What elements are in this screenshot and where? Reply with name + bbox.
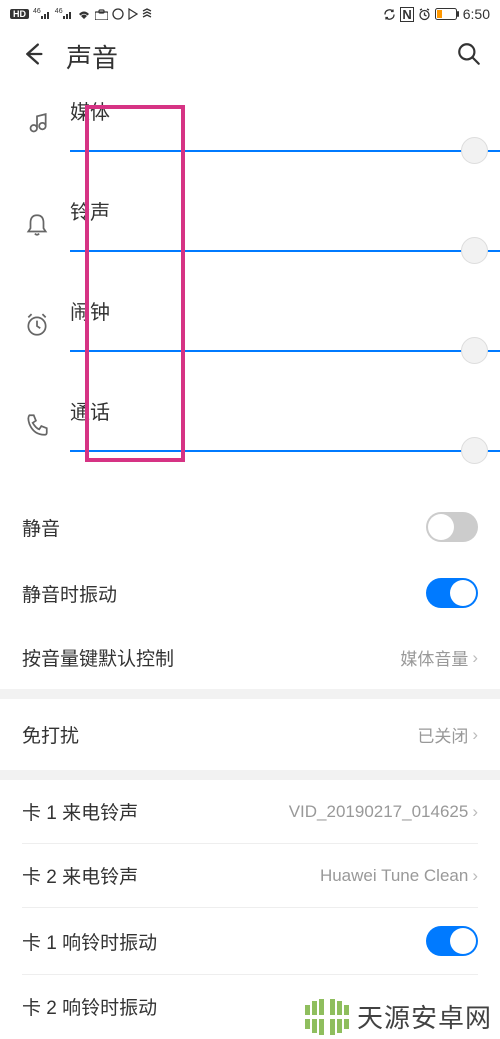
dnd-label: 免打扰 [22, 721, 79, 748]
sync-icon [383, 8, 396, 21]
watermark: 天源安卓网 [305, 998, 492, 1035]
call-volume-row: 通话 [22, 384, 478, 484]
ringtone-slider[interactable] [70, 250, 500, 252]
music-note-icon [22, 112, 52, 138]
alarm-slider[interactable] [70, 350, 500, 352]
ringtone-volume-row: 铃声 [22, 184, 478, 284]
settings-list: 静音 静音时振动 按音量键默认控制 媒体音量› 免打扰 已关闭› 卡 1 来电铃… [0, 494, 500, 1038]
status-bar: HD 46 46 N 6:50 [0, 0, 500, 28]
media-slider[interactable] [70, 150, 500, 152]
page-title: 声音 [66, 38, 436, 75]
alarm-icon [418, 8, 431, 21]
mute-setting[interactable]: 静音 [0, 494, 500, 560]
watermark-logo-icon [305, 999, 349, 1035]
battery-icon [435, 8, 459, 20]
sim1-ringtone-setting[interactable]: 卡 1 来电铃声 VID_20190217_014625› [0, 780, 500, 843]
signal-2-icon: 46 [55, 10, 73, 19]
dnd-setting[interactable]: 免打扰 已关闭› [0, 699, 500, 770]
slider-thumb[interactable] [461, 337, 488, 364]
play-icon [128, 8, 138, 20]
vibrate-on-mute-setting[interactable]: 静音时振动 [0, 560, 500, 626]
alarm-clock-icon [22, 312, 52, 338]
chevron-right-icon: › [472, 648, 478, 668]
sim1-vibrate-setting[interactable]: 卡 1 响铃时振动 [0, 908, 500, 974]
media-label: 媒体 [70, 96, 478, 125]
signal-1-icon: 46 [33, 10, 51, 19]
header: 声音 [0, 28, 500, 84]
volume-key-setting[interactable]: 按音量键默认控制 媒体音量› [0, 626, 500, 689]
slider-thumb[interactable] [461, 437, 488, 464]
search-button[interactable] [456, 41, 482, 72]
alarm-label: 闹钟 [70, 296, 478, 325]
chevron-right-icon: › [472, 802, 478, 822]
media-volume-row: 媒体 [22, 84, 478, 184]
chevron-right-icon: › [472, 866, 478, 886]
chevron-right-icon: › [472, 725, 478, 745]
hd-icon: HD [10, 9, 29, 19]
phone-icon [22, 412, 52, 438]
sim1-ringtone-label: 卡 1 来电铃声 [22, 798, 138, 825]
dnd-value: 已关闭 [417, 722, 468, 747]
sim2-ringtone-value: Huawei Tune Clean [320, 866, 468, 886]
mute-toggle[interactable] [426, 512, 478, 542]
volume-sliders: 媒体 铃声 闹钟 通话 [0, 84, 500, 484]
status-right: N 6:50 [383, 6, 490, 22]
wifi-icon [77, 9, 91, 19]
sim1-ringtone-value: VID_20190217_014625 [289, 802, 469, 822]
nfc-icon: N [400, 7, 413, 22]
back-button[interactable] [18, 40, 46, 73]
sim2-vibrate-label: 卡 2 响铃时振动 [22, 993, 157, 1020]
back-arrow-icon [18, 40, 46, 68]
sim2-ringtone-setting[interactable]: 卡 2 来电铃声 Huawei Tune Clean› [0, 844, 500, 907]
alarm-volume-row: 闹钟 [22, 284, 478, 384]
sim1-vibrate-label: 卡 1 响铃时振动 [22, 928, 157, 955]
slider-thumb[interactable] [461, 237, 488, 264]
watermark-text: 天源安卓网 [357, 998, 492, 1035]
slider-thumb[interactable] [461, 137, 488, 164]
volume-key-value: 媒体音量 [400, 645, 468, 670]
call-slider[interactable] [70, 450, 500, 452]
volume-key-label: 按音量键默认控制 [22, 644, 174, 671]
sim1-vibrate-toggle[interactable] [426, 926, 478, 956]
section-divider [0, 770, 500, 780]
arrow-icon [142, 8, 152, 20]
sim2-ringtone-label: 卡 2 来电铃声 [22, 862, 138, 889]
mute-label: 静音 [22, 514, 60, 541]
bell-icon [22, 212, 52, 238]
ringtone-label: 铃声 [70, 196, 478, 225]
status-left: HD 46 46 [10, 8, 152, 20]
vibrate-on-mute-toggle[interactable] [426, 578, 478, 608]
section-divider [0, 689, 500, 699]
search-icon [456, 41, 482, 67]
status-time: 6:50 [463, 6, 490, 22]
vibrate-on-mute-label: 静音时振动 [22, 580, 117, 607]
briefcase-icon [95, 9, 108, 20]
call-label: 通话 [70, 396, 478, 425]
circle-icon [112, 8, 124, 20]
